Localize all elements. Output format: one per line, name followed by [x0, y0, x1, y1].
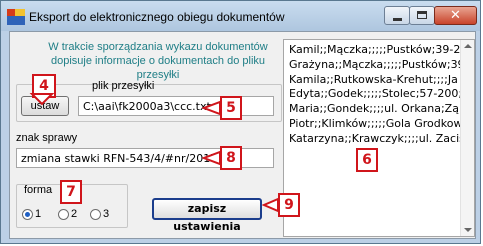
scroll-down-icon[interactable]: [464, 228, 472, 232]
file-path-input[interactable]: C:\aai\fk2000a3\ccc.txt: [78, 96, 274, 116]
arrow-9-icon: [262, 197, 279, 213]
maximize-button[interactable]: [409, 6, 435, 25]
close-icon: ✕: [450, 8, 461, 23]
callout-7: 7: [60, 180, 82, 204]
radio-icon: [58, 208, 69, 220]
callout-5: 5: [220, 96, 242, 120]
minimize-button[interactable]: [384, 6, 410, 25]
save-settings-button[interactable]: zapisz ustawienia: [152, 198, 262, 233]
title-bar[interactable]: Eksport do elektronicznego obiegu dokume…: [1, 1, 480, 31]
list-item[interactable]: Maria;;Gondek;;;;ul. Orkana;Ząb: [284, 102, 466, 117]
radio-icon: [90, 208, 101, 220]
app-logo-icon: [7, 9, 25, 25]
callout-6: 6: [356, 148, 378, 172]
arrow-8-icon: [202, 150, 221, 166]
info-line-2: dopisuje informacje o dokumentach do pli…: [50, 55, 266, 81]
list-item[interactable]: Edyta;;Godek;;;;;Stolec;57-200;: [284, 87, 462, 102]
file-label: plik przesyłki: [92, 80, 155, 92]
arrow-4-icon: [29, 93, 55, 106]
info-line-1: W trakcie sporządzania wykazu dokumentów: [48, 41, 268, 53]
list-item[interactable]: Grażyna;;Mączka;;;;;Pustków;39: [284, 58, 465, 73]
window-title: Eksport do elektronicznego obiegu dokume…: [29, 10, 285, 24]
forma-label: forma: [24, 184, 53, 196]
forma-radio-1[interactable]: 1: [22, 208, 41, 220]
forma-radio-2[interactable]: 2: [58, 208, 77, 220]
minimize-icon: [393, 18, 402, 21]
list-item[interactable]: Piotr;;Klimków;;;;;Gola Grodkows: [284, 117, 468, 132]
list-item[interactable]: Kamila;;Rutkowska-Krehut;;;;Ja: [284, 73, 460, 88]
close-button[interactable]: ✕: [434, 6, 477, 25]
export-window: Eksport do elektronicznego obiegu dokume…: [0, 0, 481, 244]
records-list[interactable]: Kamil;;Mączka;;;;;Pustków;39-20 Grażyna;…: [283, 39, 475, 237]
callout-8: 8: [220, 146, 242, 170]
list-item[interactable]: Kamil;;Mączka;;;;;Pustków;39-20: [284, 43, 467, 58]
list-item[interactable]: Katarzyna;;Krawczyk;;;;ul. Zacis: [284, 132, 465, 147]
callout-9: 9: [278, 193, 300, 217]
forma-radio-3[interactable]: 3: [90, 208, 109, 220]
list-scrollbar[interactable]: [460, 40, 474, 236]
scroll-up-icon[interactable]: [464, 44, 472, 48]
info-text: W trakcie sporządzania wykazu dokumentów…: [38, 40, 278, 82]
case-label: znak sprawy: [16, 132, 78, 144]
maximize-icon: [417, 11, 427, 19]
arrow-5-icon: [202, 100, 221, 116]
radio-selected-icon: [22, 208, 33, 220]
